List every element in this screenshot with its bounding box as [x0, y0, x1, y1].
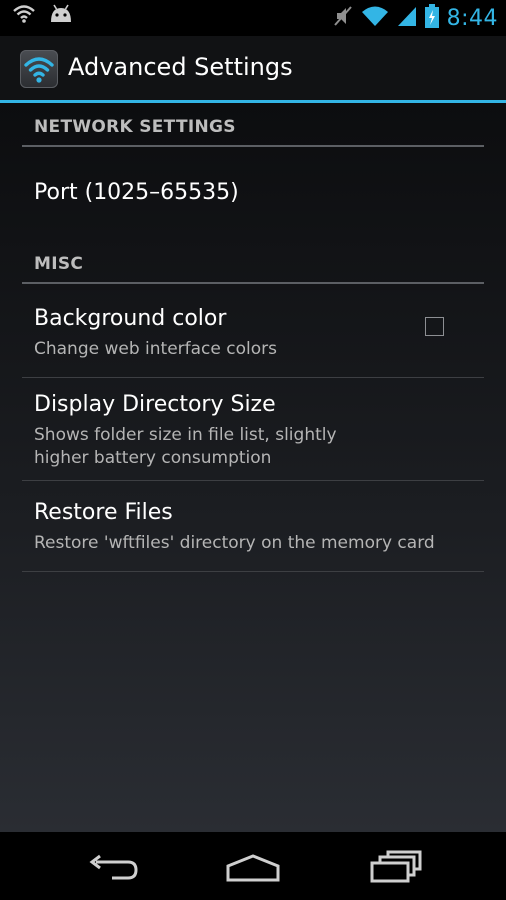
android-icon	[48, 4, 74, 28]
pref-display-directory-size-summary-line1: Shows folder size in file list, slightly	[34, 425, 337, 445]
back-icon[interactable]	[78, 846, 148, 886]
section-divider-misc	[22, 282, 484, 284]
action-bar: Advanced Settings	[0, 36, 506, 100]
mute-icon	[333, 5, 353, 31]
section-divider-network	[22, 145, 484, 147]
status-time: 8:44	[446, 5, 498, 31]
pref-restore-files-title: Restore Files	[34, 500, 173, 525]
home-icon[interactable]	[218, 846, 288, 886]
pref-display-directory-size-title: Display Directory Size	[34, 392, 276, 417]
pref-background-color-summary: Change web interface colors	[34, 339, 277, 359]
section-header-network: NETWORK SETTINGS	[34, 117, 236, 137]
cell-signal-icon	[397, 5, 417, 31]
navigation-bar	[0, 832, 506, 900]
pref-port-title: Port (1025–65535)	[34, 180, 239, 205]
pref-background-color-title: Background color	[34, 306, 227, 331]
status-bar: 8:44	[0, 0, 506, 36]
display-directory-size-checkbox[interactable]	[425, 317, 444, 336]
recent-apps-icon[interactable]	[362, 846, 432, 886]
item-divider	[22, 571, 484, 572]
item-divider	[22, 377, 484, 378]
pref-display-directory-size-summary-line2: higher battery consumption	[34, 448, 272, 468]
section-header-misc: MISC	[34, 254, 84, 274]
wifi-app-icon[interactable]	[20, 50, 58, 88]
wifi-icon	[12, 4, 36, 28]
wifi-signal-icon	[361, 5, 389, 31]
screen: 8:44 Advanced Settings NETWORK SETTINGS …	[0, 0, 506, 900]
item-divider	[22, 480, 484, 481]
page-title: Advanced Settings	[68, 53, 293, 81]
battery-charging-icon	[424, 4, 439, 32]
pref-restore-files-summary: Restore 'wftfiles' directory on the memo…	[34, 533, 435, 553]
